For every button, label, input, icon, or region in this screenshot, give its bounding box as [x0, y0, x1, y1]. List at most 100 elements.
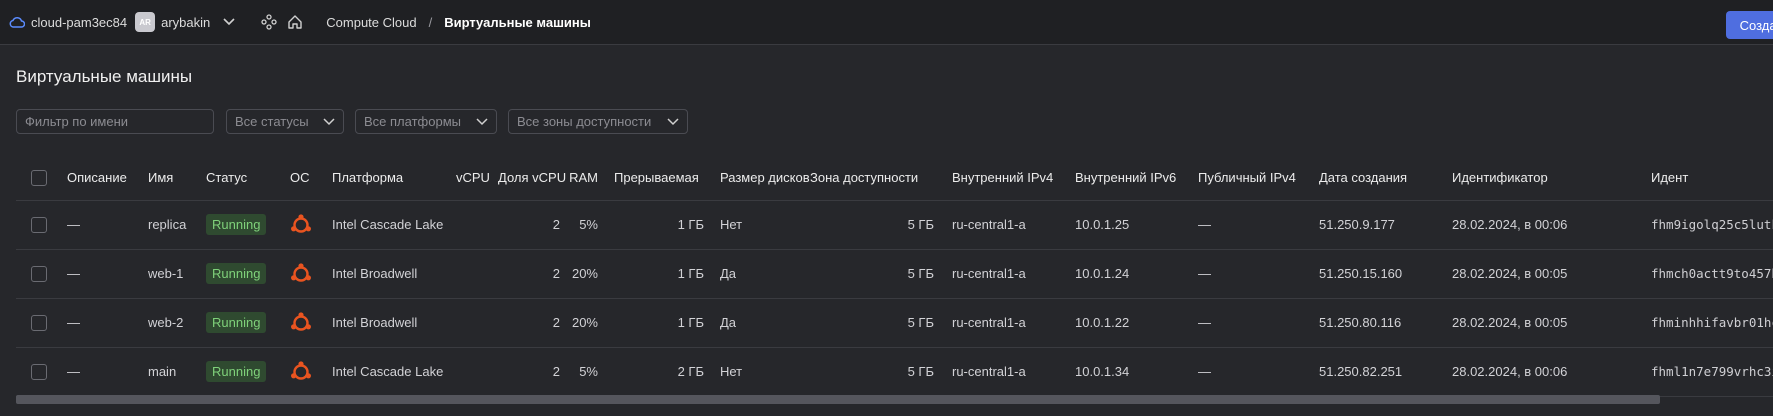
status-select-label: Все статусы: [235, 114, 309, 129]
table-row[interactable]: — replica Running Intel Cascade Lake 2 5…: [16, 200, 1773, 249]
table-row[interactable]: — web-2 Running Intel Broadwell 2 20% 1 …: [16, 298, 1773, 347]
cell-id: fhm9igolq25c5lutkkjo: [1651, 217, 1773, 232]
cell-disk: 5 ГБ: [907, 364, 934, 379]
cell-public-ipv4: 51.250.9.177: [1319, 217, 1395, 232]
cell-core-fraction: 5%: [579, 217, 598, 232]
vm-table: Описание Имя Статус ОС Платформа vCPU До…: [16, 156, 1773, 397]
cell-description: —: [67, 266, 80, 281]
cell-description: —: [67, 315, 80, 330]
row-checkbox[interactable]: [31, 363, 47, 380]
column-header[interactable]: Платформа: [332, 156, 456, 200]
create-button[interactable]: Создать: [1725, 11, 1773, 39]
cell-platform: Intel Cascade Lake: [332, 217, 444, 232]
platform-select[interactable]: Все платформы: [355, 109, 497, 134]
cell-ipv4: 10.0.1.34: [1075, 364, 1130, 379]
cell-ipv6: —: [1198, 266, 1211, 281]
status-badge: Running: [206, 361, 267, 382]
column-header[interactable]: Идентификатор: [1452, 156, 1651, 200]
platform-select-label: Все платформы: [364, 114, 461, 129]
cell-name[interactable]: web-1: [148, 249, 206, 298]
zone-select-label: Все зоны доступности: [517, 114, 652, 129]
column-header[interactable]: Размер дисков: [720, 156, 810, 200]
cell-ram: 1 ГБ: [677, 266, 704, 281]
column-header[interactable]: Внутренний IPv6: [1075, 156, 1198, 200]
row-checkbox[interactable]: [31, 265, 47, 282]
column-header[interactable]: Публичный IPv4: [1198, 156, 1319, 200]
cell-created: 28.02.2024, в 00:06: [1452, 364, 1568, 379]
cell-preemptible: Нет: [720, 217, 743, 232]
breadcrumb-separator: /: [428, 14, 433, 30]
cloud-name[interactable]: cloud-pam3ec84: [31, 15, 127, 30]
table-row[interactable]: — main Running Intel Cascade Lake 2 5% 2…: [16, 347, 1773, 396]
status-select[interactable]: Все статусы: [226, 109, 344, 134]
cell-name[interactable]: main: [148, 347, 206, 396]
table-row[interactable]: — web-1 Running Intel Broadwell 2 20% 1 …: [16, 249, 1773, 298]
cell-core-fraction: 5%: [579, 364, 598, 379]
cell-public-ipv4: 51.250.82.251: [1319, 364, 1403, 379]
cell-vcpu: 2: [552, 266, 560, 281]
cell-zone: ru-central1-a: [952, 217, 1026, 232]
cell-public-ipv4: 51.250.80.116: [1319, 315, 1402, 330]
cell-disk: 5 ГБ: [907, 266, 934, 281]
cell-zone: ru-central1-a: [952, 315, 1026, 330]
cell-ram: 1 ГБ: [677, 315, 704, 330]
chevron-down-icon: [476, 117, 488, 125]
status-badge: Running: [206, 263, 267, 284]
column-header[interactable]: Прерываемая: [614, 156, 720, 200]
breadcrumb-service[interactable]: Compute Cloud: [326, 15, 416, 30]
cell-vcpu: 2: [552, 217, 560, 232]
cell-name[interactable]: replica: [148, 200, 206, 249]
column-header[interactable]: Описание: [67, 156, 148, 200]
ubuntu-icon: [290, 311, 312, 334]
cell-ipv6: —: [1198, 217, 1211, 232]
column-header[interactable]: Доля vCPU: [498, 156, 568, 200]
horizontal-scrollbar[interactable]: [16, 395, 1660, 404]
column-header[interactable]: Имя: [148, 156, 206, 200]
top-bar: cloud-pam3ec84 AR arybakin Compute Cloud…: [0, 0, 1773, 45]
filters: Фильтр по имени Все статусы Все платформ…: [16, 109, 699, 134]
chevron-down-icon: [667, 117, 679, 125]
status-badge: Running: [206, 312, 267, 333]
column-header[interactable]: Дата создания: [1319, 156, 1452, 200]
column-header[interactable]: RAM: [568, 156, 614, 200]
cell-zone: ru-central1-a: [952, 266, 1026, 281]
cell-id: fhmch0actt9to457b0rb: [1651, 266, 1773, 281]
name-filter-input[interactable]: Фильтр по имени: [16, 109, 214, 134]
ubuntu-icon: [290, 360, 312, 383]
cell-platform: Intel Broadwell: [332, 315, 418, 330]
table-header-row: Описание Имя Статус ОС Платформа vCPU До…: [16, 156, 1773, 200]
user-name: arybakin: [161, 14, 211, 30]
column-header[interactable]: Идент: [1651, 156, 1773, 200]
cell-preemptible: Нет: [720, 364, 743, 379]
column-header[interactable]: vCPU: [456, 156, 498, 200]
cell-name[interactable]: web-2: [148, 298, 206, 347]
cell-ipv4: 10.0.1.24: [1075, 266, 1130, 281]
services-icon[interactable]: [260, 13, 278, 31]
column-header[interactable]: Статус: [206, 156, 290, 200]
breadcrumb-current: Виртуальные машины: [444, 14, 591, 30]
chevron-down-icon[interactable]: [222, 15, 236, 29]
zone-select[interactable]: Все зоны доступности: [508, 109, 688, 134]
select-all-checkbox[interactable]: [31, 170, 47, 187]
cell-id: fhml1n7e799vrhc3ic7j: [1651, 364, 1773, 379]
cell-ipv4: 10.0.1.22: [1075, 315, 1130, 330]
cell-platform: Intel Cascade Lake: [332, 364, 444, 379]
row-checkbox[interactable]: [31, 216, 47, 233]
column-header[interactable]: Внутренний IPv4: [952, 156, 1075, 200]
cell-vcpu: 2: [552, 364, 560, 379]
row-checkbox[interactable]: [31, 314, 47, 331]
cell-preemptible: Да: [720, 266, 737, 281]
page-title: Виртуальные машины: [16, 67, 193, 86]
chevron-down-icon: [323, 117, 335, 125]
column-header[interactable]: Зона доступности: [810, 156, 952, 200]
cell-description: —: [67, 364, 80, 379]
home-icon[interactable]: [286, 13, 304, 31]
cell-vcpu: 2: [552, 315, 560, 330]
cell-ram: 2 ГБ: [677, 364, 704, 379]
cell-disk: 5 ГБ: [907, 315, 934, 330]
column-header[interactable]: ОС: [290, 156, 332, 200]
cell-core-fraction: 20%: [571, 266, 598, 281]
cell-public-ipv4: 51.250.15.160: [1319, 266, 1403, 281]
cell-zone: ru-central1-a: [952, 364, 1026, 379]
cell-ipv4: 10.0.1.25: [1075, 217, 1130, 232]
